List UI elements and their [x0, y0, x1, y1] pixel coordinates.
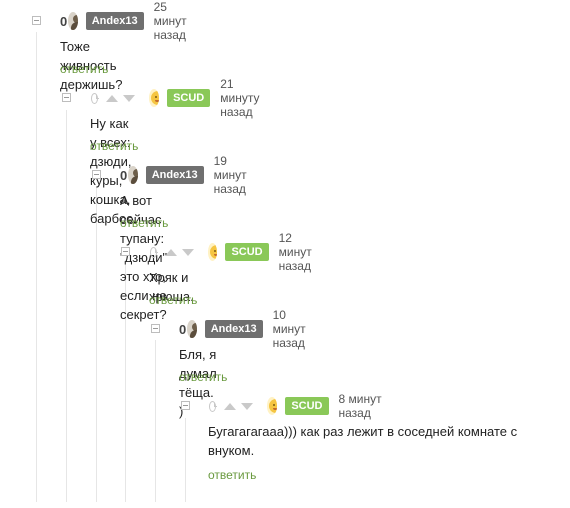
comment-header: SCUD 8 минут назад — [209, 392, 383, 420]
collapse-icon[interactable] — [62, 93, 71, 102]
clock-icon — [150, 246, 158, 258]
comment-header: 0 Andex13 25 минут назад — [60, 0, 201, 42]
collapse-icon[interactable] — [121, 247, 130, 256]
comment-text-line: Бугагагагааа))) как раз лежит в соседней… — [208, 424, 518, 439]
author-nick[interactable]: SCUD — [167, 89, 211, 107]
author-nick[interactable]: Andex13 — [85, 12, 144, 30]
reply-link[interactable]: ответить — [60, 62, 108, 76]
reply-link[interactable]: ответить — [90, 139, 138, 153]
downvote-icon[interactable] — [123, 94, 136, 102]
comment-thread: 0 Andex13 25 минут назад Тоже живность д… — [0, 0, 570, 508]
clock-icon — [91, 92, 100, 104]
thread-line — [96, 186, 97, 502]
thread-line — [185, 418, 186, 502]
author-nick[interactable]: SCUD — [285, 397, 329, 415]
comment-time[interactable]: 19 минут назад — [214, 154, 261, 196]
collapse-icon[interactable] — [151, 324, 160, 333]
comment-text-line: внуком. — [208, 443, 255, 458]
upvote-icon[interactable] — [164, 248, 177, 256]
clock-icon — [209, 400, 218, 412]
upvote-icon[interactable] — [106, 94, 119, 102]
author-nick[interactable]: Andex13 — [204, 320, 263, 338]
collapse-icon[interactable] — [32, 16, 41, 25]
thread-line — [155, 340, 156, 502]
avatar[interactable] — [67, 12, 78, 30]
comment-rating: 0 — [179, 321, 187, 337]
avatar[interactable] — [267, 397, 278, 415]
reply-link[interactable]: ответить — [120, 216, 168, 230]
comment-time[interactable]: 10 минут назад — [273, 308, 320, 350]
reply-link[interactable]: ответить — [208, 468, 256, 482]
collapse-icon[interactable] — [92, 170, 101, 179]
reply-link[interactable]: ответить — [179, 370, 227, 384]
thread-line — [36, 32, 37, 502]
downvote-icon[interactable] — [241, 402, 254, 410]
avatar[interactable] — [186, 320, 197, 338]
comment-time[interactable]: 21 минуту назад — [220, 77, 271, 119]
reply-link[interactable]: ответить — [149, 293, 197, 307]
comment-rating: 0 — [120, 167, 128, 183]
comment-header: SCUD 12 минут назад — [150, 231, 324, 273]
downvote-icon[interactable] — [181, 248, 194, 256]
avatar[interactable] — [207, 243, 218, 261]
upvote-icon[interactable] — [224, 402, 237, 410]
author-nick[interactable]: SCUD — [225, 243, 269, 261]
comment-header: SCUD 21 минуту назад — [91, 77, 271, 119]
author-nick[interactable]: Andex13 — [145, 166, 204, 184]
collapse-icon[interactable] — [181, 401, 190, 410]
comment-text: Бугагагагааа))) как раз лежит в соседней… — [208, 422, 558, 460]
comment-rating: 0 — [60, 13, 68, 29]
comment-time[interactable]: 12 минут назад — [279, 231, 325, 273]
thread-line — [66, 110, 67, 502]
avatar[interactable] — [127, 166, 138, 184]
comment-time[interactable]: 8 минут назад — [339, 392, 384, 420]
comment-header: 0 Andex13 19 минут назад — [120, 154, 261, 196]
comment-time[interactable]: 25 минут назад — [154, 0, 201, 42]
comment-header: 0 Andex13 10 минут назад — [179, 308, 320, 350]
avatar[interactable] — [149, 89, 160, 107]
